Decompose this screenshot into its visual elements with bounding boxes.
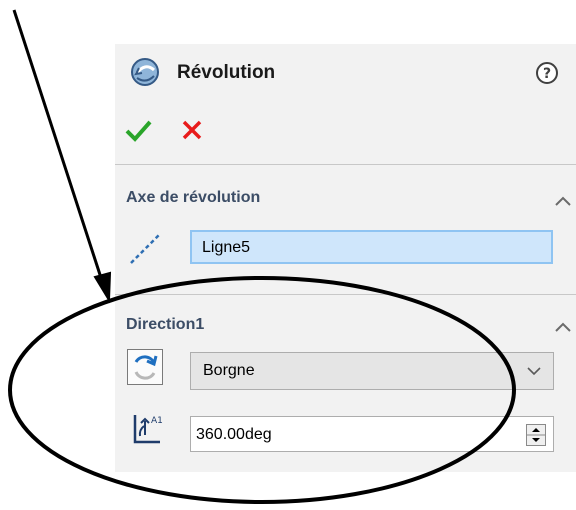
help-icon[interactable]: ? xyxy=(535,61,559,85)
annotation-arrow xyxy=(12,9,105,285)
end-condition-select[interactable]: Borgne xyxy=(190,352,554,390)
direction-section-title: Direction1 xyxy=(126,316,205,333)
angle-spinner[interactable] xyxy=(526,424,546,446)
svg-text:?: ? xyxy=(543,66,551,82)
svg-text:A1: A1 xyxy=(151,416,163,426)
axis-selection-field[interactable]: Ligne5 xyxy=(190,230,553,264)
chevron-down-icon xyxy=(527,367,541,376)
reverse-direction-icon xyxy=(134,355,158,380)
section-divider xyxy=(115,294,576,295)
cancel-button[interactable] xyxy=(177,116,207,144)
checkmark-icon xyxy=(125,120,152,142)
reverse-direction-button[interactable] xyxy=(127,349,163,385)
property-manager-panel: Révolution ? Axe de révolution Ligne5 Di… xyxy=(115,44,576,472)
end-condition-value: Borgne xyxy=(203,362,255,379)
annotation-arrowhead-icon xyxy=(93,271,112,304)
section-divider xyxy=(115,164,576,165)
angle-input[interactable]: 360.00deg xyxy=(190,416,554,452)
ok-button[interactable] xyxy=(123,116,153,144)
collapse-direction-section-icon[interactable] xyxy=(554,321,572,333)
panel-header: Révolution ? xyxy=(115,44,576,104)
x-icon xyxy=(182,120,202,140)
revolve-feature-icon xyxy=(131,58,159,86)
panel-title: Révolution xyxy=(177,62,276,83)
angle-icon: A1 xyxy=(133,415,163,444)
collapse-axis-section-icon[interactable] xyxy=(554,195,572,207)
axis-line-icon xyxy=(130,234,160,264)
axis-section-title: Axe de révolution xyxy=(126,189,261,206)
